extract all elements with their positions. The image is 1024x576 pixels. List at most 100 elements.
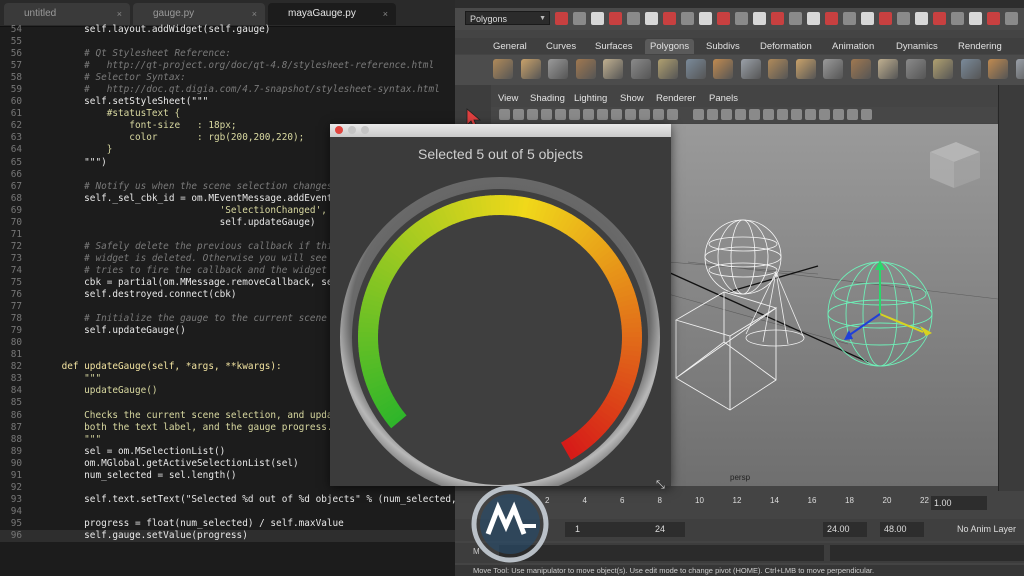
panel-tool-icon[interactable]	[735, 109, 746, 120]
panel-tool-icon[interactable]	[555, 109, 566, 120]
status-tool-icon[interactable]	[933, 12, 946, 25]
status-tool-icon[interactable]	[897, 12, 910, 25]
shelf-tab-subdivs[interactable]: Subdivs	[701, 39, 745, 54]
status-tool-icon[interactable]	[645, 12, 658, 25]
gauge-window[interactable]: Selected 5 out of 5 objects	[330, 124, 671, 486]
range-slider[interactable]: 1 24	[565, 522, 685, 537]
panel-tool-icon[interactable]	[777, 109, 788, 120]
panel-tool-icon[interactable]	[527, 109, 538, 120]
close-icon[interactable]: ×	[117, 3, 122, 25]
minimize-icon[interactable]	[348, 126, 356, 134]
panel-tool-icon[interactable]	[597, 109, 608, 120]
status-tool-icon[interactable]	[789, 12, 802, 25]
shelf-tool-icon[interactable]	[823, 59, 843, 79]
code-line[interactable]: 55	[0, 36, 455, 48]
shelf-tab-curves[interactable]: Curves	[541, 39, 581, 54]
tab-untitled[interactable]: untitled ×	[4, 3, 130, 25]
panel-tool-icon[interactable]	[541, 109, 552, 120]
shelf-tab-animation[interactable]: Animation	[827, 39, 879, 54]
status-tool-icon[interactable]	[1005, 12, 1018, 25]
shelf-tool-icon[interactable]	[603, 59, 623, 79]
shelf-tab-deformation[interactable]: Deformation	[755, 39, 817, 54]
code-line[interactable]: 96 self.gauge.setValue(progress)	[0, 529, 455, 543]
current-frame-field[interactable]: 1.00	[931, 496, 987, 510]
status-tool-icon[interactable]	[915, 12, 928, 25]
panel-menu-shading[interactable]: Shading	[530, 92, 565, 106]
shelf-tool-icon[interactable]	[630, 59, 651, 79]
anim-layer-dropdown[interactable]: No Anim Layer	[957, 522, 1016, 537]
dialog-title-bar[interactable]	[330, 124, 671, 137]
status-tool-icon[interactable]	[753, 12, 766, 25]
status-tool-icon[interactable]	[969, 12, 982, 25]
status-tool-icon[interactable]	[627, 12, 640, 25]
status-tool-icon[interactable]	[609, 12, 622, 25]
shelf-tool-icon[interactable]	[493, 59, 513, 79]
status-tool-icon[interactable]	[825, 12, 838, 25]
maximize-icon[interactable]	[361, 126, 369, 134]
code-line[interactable]: 95 progress = float(num_selected) / self…	[0, 518, 455, 530]
panel-tool-icon[interactable]	[805, 109, 816, 120]
code-line[interactable]: 57 # http://qt-project.org/doc/qt-4.8/st…	[0, 60, 455, 72]
range-max-field[interactable]: 48.00	[880, 522, 924, 537]
shelf-tool-icon[interactable]	[575, 59, 596, 79]
status-tool-icon[interactable]	[681, 12, 694, 25]
status-tool-icon[interactable]	[807, 12, 820, 25]
status-tool-icon[interactable]	[861, 12, 874, 25]
status-tool-icon[interactable]	[717, 12, 730, 25]
shelf-tab-surfaces[interactable]: Surfaces	[590, 39, 638, 54]
panel-menu-renderer[interactable]: Renderer	[656, 92, 696, 106]
shelf-tool-icon[interactable]	[740, 59, 761, 79]
tab-maya-gauge-py[interactable]: mayaGauge.py ×	[268, 3, 396, 25]
code-line[interactable]: 59 # http://doc.qt.digia.com/4.7-snapsho…	[0, 84, 455, 96]
panel-tool-icon[interactable]	[569, 109, 580, 120]
panel-tool-icon[interactable]	[611, 109, 622, 120]
perspective-viewport[interactable]: persp	[668, 124, 998, 486]
panel-tool-icon[interactable]	[861, 109, 872, 120]
code-line[interactable]: 61 #statusText {	[0, 108, 455, 120]
panel-menu-view[interactable]: View	[498, 92, 518, 106]
shelf-tool-icon[interactable]	[850, 59, 871, 79]
panel-tool-icon[interactable]	[583, 109, 594, 120]
panel-tool-icon[interactable]	[763, 109, 774, 120]
panel-tool-icon[interactable]	[693, 109, 704, 120]
status-tool-icon[interactable]	[555, 12, 568, 25]
code-line[interactable]: 94	[0, 506, 455, 518]
panel-tool-icon[interactable]	[667, 109, 678, 120]
panel-tool-icon[interactable]	[749, 109, 760, 120]
status-tool-icon[interactable]	[843, 12, 856, 25]
panel-tool-icon[interactable]	[847, 109, 858, 120]
code-line[interactable]: 58 # Selector Syntax:	[0, 72, 455, 84]
status-tool-icon[interactable]	[573, 12, 586, 25]
shelf-tool-icon[interactable]	[1015, 59, 1024, 79]
shelf-tool-icon[interactable]	[905, 59, 926, 79]
status-tool-icon[interactable]	[771, 12, 784, 25]
shelf-tool-icon[interactable]	[685, 59, 706, 79]
status-tool-icon[interactable]	[735, 12, 748, 25]
close-icon[interactable]: ×	[383, 3, 388, 25]
menu-set-dropdown[interactable]: Polygons ▼	[465, 11, 550, 25]
range-end-field[interactable]: 24.00	[823, 522, 867, 537]
status-tool-icon[interactable]	[987, 12, 1000, 25]
panel-tool-icon[interactable]	[625, 109, 636, 120]
shelf-tool-icon[interactable]	[713, 59, 733, 79]
code-line[interactable]: 60 self.setStyleSheet("""	[0, 96, 455, 108]
close-icon[interactable]: ×	[252, 3, 257, 25]
panel-menu-show[interactable]: Show	[620, 92, 644, 106]
close-icon[interactable]	[335, 126, 343, 134]
shelf-tool-icon[interactable]	[768, 59, 788, 79]
status-tool-icon[interactable]	[879, 12, 892, 25]
panel-tool-icon[interactable]	[639, 109, 650, 120]
panel-tool-icon[interactable]	[721, 109, 732, 120]
shelf-tab-polygons[interactable]: Polygons	[645, 39, 695, 54]
status-tool-icon[interactable]	[591, 12, 604, 25]
shelf-tab-rendering[interactable]: Rendering	[953, 39, 1007, 54]
shelf-tool-icon[interactable]	[548, 59, 568, 79]
status-tool-icon[interactable]	[951, 12, 964, 25]
panel-tool-icon[interactable]	[791, 109, 802, 120]
panel-tool-icon[interactable]	[707, 109, 718, 120]
shelf-tool-icon[interactable]	[658, 59, 678, 79]
shelf-tool-icon[interactable]	[795, 59, 816, 79]
code-line[interactable]: 54 self.layout.addWidget(self.gauge)	[0, 24, 455, 36]
status-tool-icon[interactable]	[663, 12, 676, 25]
status-tool-icon[interactable]	[699, 12, 712, 25]
